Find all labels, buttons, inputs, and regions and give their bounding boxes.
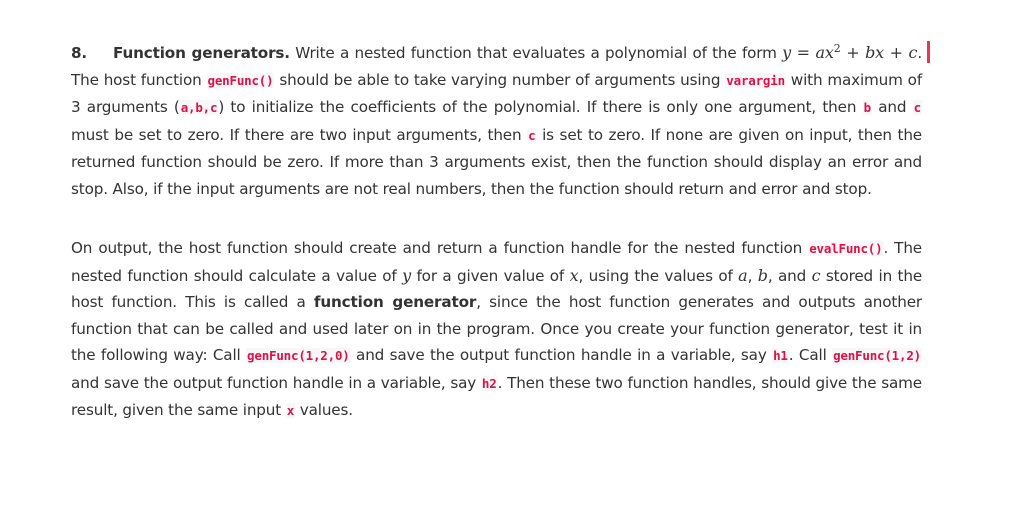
code-b: b: [862, 100, 872, 115]
text: must be set to zero. If there are two in…: [71, 125, 528, 144]
code-call-genfunc-1-2-0: genFunc(1,2,0): [246, 348, 351, 363]
text: values.: [295, 401, 353, 419]
problem-title: Function generators.: [113, 44, 290, 62]
math-var: bx: [865, 43, 885, 62]
code-varargin: varargin: [725, 72, 786, 88]
code-h1: h1: [772, 348, 789, 363]
code-h2: h2: [480, 375, 498, 391]
text: . Call: [788, 346, 833, 364]
problem-paragraph-2: On output, the host function should crea…: [71, 235, 922, 425]
math-op: =: [791, 43, 816, 62]
polynomial-equation: y = ax2 + bx + c: [782, 42, 918, 62]
code-x: x: [285, 403, 296, 418]
code-evalfunc: evalFunc(): [808, 241, 884, 256]
math-op: +: [840, 43, 866, 62]
text: , and: [767, 266, 812, 285]
text-cursor-marker: [927, 41, 930, 63]
math-var: y: [782, 43, 791, 62]
math-var: ax: [815, 43, 834, 62]
bold-term-function-generator: function generator: [313, 293, 477, 311]
text: for a given value of: [411, 266, 570, 285]
math-op: +: [884, 43, 909, 62]
code-abc: a,b,c: [179, 100, 219, 115]
math-var: y: [402, 265, 411, 285]
problem-document: 8. Function generators. Write a nested fu…: [71, 40, 922, 425]
text: ) to initialize the coefficients of the …: [218, 98, 863, 116]
text: should be able to take varying number of…: [274, 70, 726, 89]
math-var: b: [757, 265, 768, 285]
math-var: c: [908, 43, 918, 62]
code-call-genfunc-1-2: genFunc(1,2): [832, 348, 922, 363]
math-var: a: [738, 265, 748, 285]
problem-number: 8.: [71, 44, 88, 62]
text: and save the output function handle in a…: [71, 373, 481, 392]
text: and save the output function handle in a…: [350, 346, 773, 364]
text: and: [871, 98, 913, 116]
text: , using the values of: [578, 266, 739, 285]
text: ,: [747, 266, 758, 285]
text: Write a nested function that evaluates a…: [289, 44, 783, 62]
problem-paragraph-1: 8. Function generators. Write a nested fu…: [71, 40, 922, 202]
math-exponent: 2: [833, 42, 841, 55]
math-var: x: [569, 265, 579, 285]
code-c: c: [912, 100, 922, 115]
code-genfunc: genFunc(): [206, 72, 275, 88]
text: On output, the host function should crea…: [71, 239, 809, 257]
